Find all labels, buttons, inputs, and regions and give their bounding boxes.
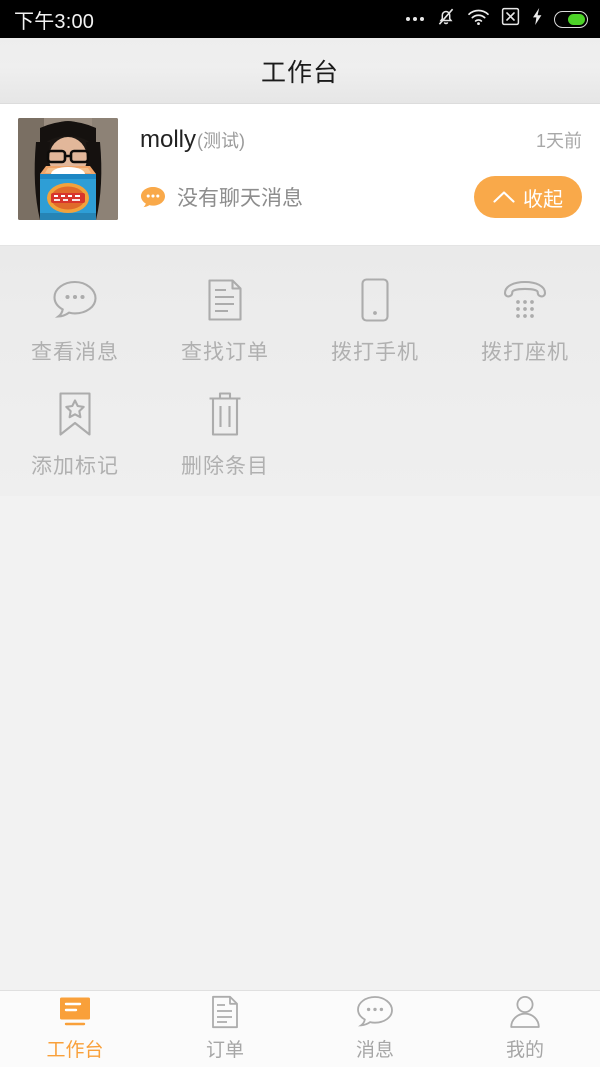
avatar[interactable] (18, 118, 118, 220)
contact-card[interactable]: molly (测试) 1天前 没有聊天消息 收起 (0, 104, 600, 246)
tab-messages[interactable]: 消息 (300, 991, 450, 1067)
trash-icon (207, 392, 243, 436)
page-title: 工作台 (260, 58, 339, 87)
action-label: 查找订单 (181, 341, 269, 364)
page-header: 工作台 (0, 38, 600, 104)
contact-name-suffix: (测试) (197, 131, 246, 151)
action-find-order[interactable]: 查找订单 (150, 264, 300, 378)
tab-label: 我的 (505, 1039, 544, 1061)
wifi-icon (467, 8, 490, 31)
action-call-mobile[interactable]: 拨打手机 (300, 264, 450, 378)
status-bar: 下午3:00 (0, 0, 600, 38)
contact-name-row: molly (测试) 1天前 (140, 126, 582, 154)
action-call-landline[interactable]: 拨打座机 (450, 264, 600, 378)
battery-icon (554, 10, 588, 28)
action-label: 拨打手机 (331, 341, 419, 364)
document-icon (207, 278, 243, 322)
chat-bubble-outline-icon (52, 278, 98, 322)
charging-bolt-icon (531, 7, 543, 31)
action-row-2: 添加标记 删除条目 (0, 378, 600, 492)
chevron-up-icon (493, 186, 515, 209)
tab-workbench[interactable]: 工作台 (0, 991, 150, 1067)
collapse-button-label: 收起 (523, 188, 563, 211)
tab-profile[interactable]: 我的 (450, 991, 600, 1067)
contact-timestamp: 1天前 (535, 131, 582, 151)
contact-message-row: 没有聊天消息 收起 (140, 176, 582, 218)
no-sim-icon (501, 7, 520, 31)
status-bar-clock: 下午3:00 (14, 10, 95, 33)
action-label: 添加标记 (31, 455, 119, 478)
contact-name: molly (140, 126, 197, 153)
document-icon (211, 994, 239, 1030)
chat-bubble-icon (140, 186, 166, 208)
action-label: 删除条目 (181, 455, 269, 478)
bell-muted-icon (436, 6, 456, 32)
action-view-messages[interactable]: 查看消息 (0, 264, 150, 378)
tab-label: 消息 (355, 1039, 394, 1061)
collapse-button[interactable]: 收起 (474, 176, 582, 218)
chat-bubble-outline-icon (356, 994, 394, 1030)
action-add-bookmark[interactable]: 添加标记 (0, 378, 150, 492)
more-dots-icon (406, 17, 424, 21)
bottom-tab-bar: 工作台 订单 消息 我的 (0, 990, 600, 1067)
mobile-phone-icon (360, 278, 390, 322)
action-empty-slot-2 (450, 378, 600, 492)
status-bar-icons (406, 6, 588, 32)
bookmark-star-icon (56, 392, 94, 436)
action-row-1: 查看消息 查找订单 拨打手机 拨打座机 (0, 264, 600, 378)
tab-label: 工作台 (46, 1039, 104, 1061)
tab-orders[interactable]: 订单 (150, 991, 300, 1067)
action-label: 查看消息 (31, 341, 119, 364)
contact-message: 没有聊天消息 (177, 187, 303, 210)
action-delete-item[interactable]: 删除条目 (150, 378, 300, 492)
tab-label: 订单 (205, 1039, 244, 1061)
empty-content-area (0, 496, 600, 816)
action-panel: 查看消息 查找订单 拨打手机 拨打座机 添加标记 删除条目 (0, 246, 600, 496)
workbench-icon (57, 994, 93, 1030)
action-label: 拨打座机 (481, 341, 569, 364)
action-empty-slot-1 (300, 378, 450, 492)
person-icon (509, 994, 541, 1030)
landline-phone-icon (501, 278, 549, 322)
